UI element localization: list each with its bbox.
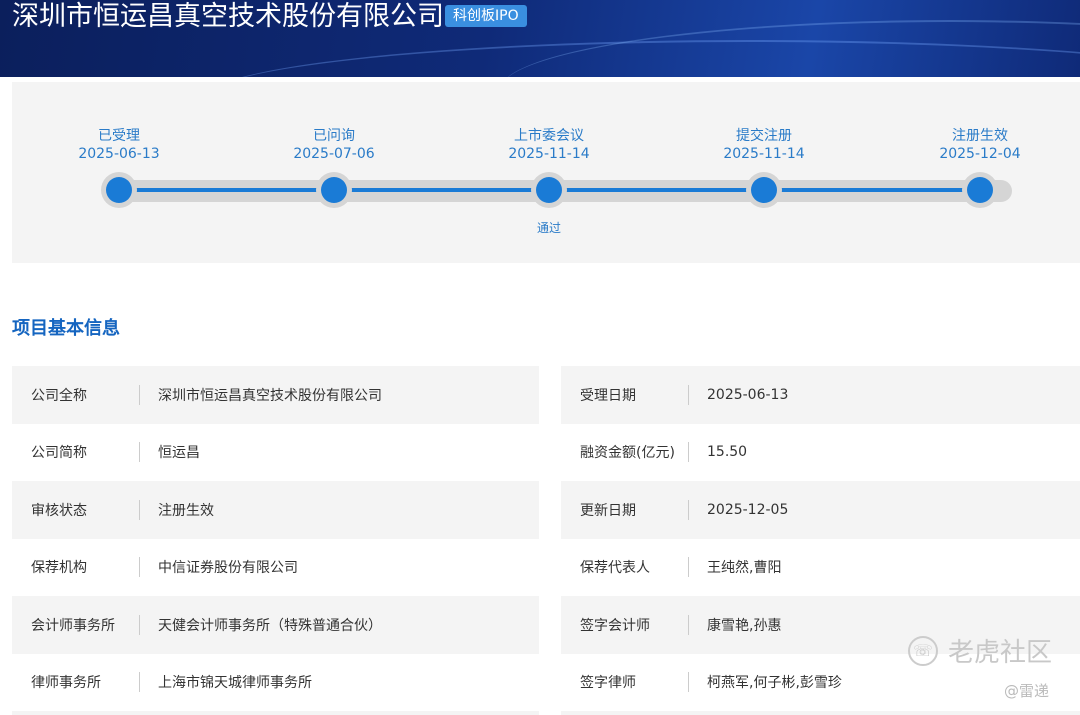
info-value: 上海市锦天城律师事务所 — [158, 675, 312, 692]
watermark: ☏ 老虎社区 — [908, 632, 1052, 669]
info-row: 保荐机构 中信证券股份有限公司 — [12, 539, 539, 597]
timeline-node — [316, 172, 352, 208]
info-row: 公司全称 深圳市恒运昌真空技术股份有限公司 — [12, 366, 539, 424]
timeline-step-date: 2025-12-04 — [939, 146, 1021, 162]
tiger-logo-icon: ☏ — [908, 635, 938, 666]
info-value: 2025-06-13 — [707, 386, 789, 403]
info-value: 2025-12-05 — [707, 501, 789, 518]
info-label: 律师事务所 — [31, 675, 101, 692]
info-value: 中信证券股份有限公司 — [158, 560, 298, 577]
info-row — [561, 711, 1080, 715]
info-value: 注册生效 — [158, 502, 214, 519]
timeline-step-date: 2025-11-14 — [508, 146, 590, 162]
timeline-step-date: 2025-07-06 — [293, 146, 375, 162]
info-value: 15.50 — [707, 444, 748, 461]
timeline-step-label: 提交注册 — [736, 128, 792, 144]
watermark-author: @雷递 — [1004, 682, 1050, 700]
info-label: 公司简称 — [31, 445, 87, 462]
timeline-step-label: 已受理 — [98, 128, 140, 144]
timeline-step-date: 2025-06-13 — [78, 146, 160, 162]
info-value: 王纯然,曹阳 — [707, 560, 782, 577]
info-value: 柯燕军,何子彬,彭雪珍 — [707, 675, 842, 692]
info-label: 会计师事务所 — [31, 617, 115, 634]
timeline-step-label: 已问询 — [313, 128, 355, 144]
info-row: 融资金额(亿元) 15.50 — [561, 424, 1080, 482]
info-row: 审核状态 注册生效 — [12, 481, 539, 539]
info-row: 公司简称 恒运昌 — [12, 424, 539, 482]
info-value: 深圳市恒运昌真空技术股份有限公司 — [158, 387, 382, 404]
watermark-brand: 老虎社区 — [948, 638, 1053, 668]
info-row: 受理日期 2025-06-13 — [561, 366, 1080, 424]
info-label: 签字会计师 — [580, 617, 650, 634]
company-title: 深圳市恒运昌真空技术股份有限公司 — [12, 1, 444, 32]
timeline-step-label: 注册生效 — [952, 128, 1008, 144]
info-row: 更新日期 2025-12-05 — [561, 481, 1080, 539]
info-value: 天健会计师事务所（特殊普通合伙） — [158, 617, 382, 634]
timeline-node — [962, 172, 998, 208]
info-label: 审核状态 — [31, 502, 87, 519]
board-badge: 科创板IPO — [445, 5, 527, 27]
info-row: 会计师事务所 天健会计师事务所（特殊普通合伙） — [12, 596, 539, 654]
timeline-node — [101, 172, 137, 208]
timeline-step-note: 通过 — [536, 221, 561, 235]
info-value: 恒运昌 — [158, 445, 200, 462]
timeline-step-label: 上市委会议 — [514, 128, 584, 144]
section-title: 项目基本信息 — [12, 318, 120, 339]
info-label: 签字律师 — [580, 675, 636, 692]
info-row — [12, 711, 539, 715]
info-label: 公司全称 — [31, 387, 87, 404]
ipo-progress-timeline: 已受理 2025-06-13 已问询 2025-07-06 上市委会议 2025… — [12, 82, 1080, 263]
timeline-step-date: 2025-11-14 — [723, 146, 805, 162]
info-label: 保荐机构 — [31, 560, 87, 577]
info-label: 保荐代表人 — [580, 560, 650, 577]
info-label: 更新日期 — [580, 502, 636, 519]
info-label: 融资金额(亿元) — [580, 445, 675, 462]
info-row: 律师事务所 上海市锦天城律师事务所 — [12, 654, 539, 712]
timeline-node — [746, 172, 782, 208]
info-label: 受理日期 — [580, 387, 636, 404]
info-row: 保荐代表人 王纯然,曹阳 — [561, 539, 1080, 597]
timeline-node — [531, 172, 567, 208]
info-value: 康雪艳,孙惠 — [707, 617, 782, 634]
page-header: 深圳市恒运昌真空技术股份有限公司 科创板IPO — [0, 0, 1080, 77]
